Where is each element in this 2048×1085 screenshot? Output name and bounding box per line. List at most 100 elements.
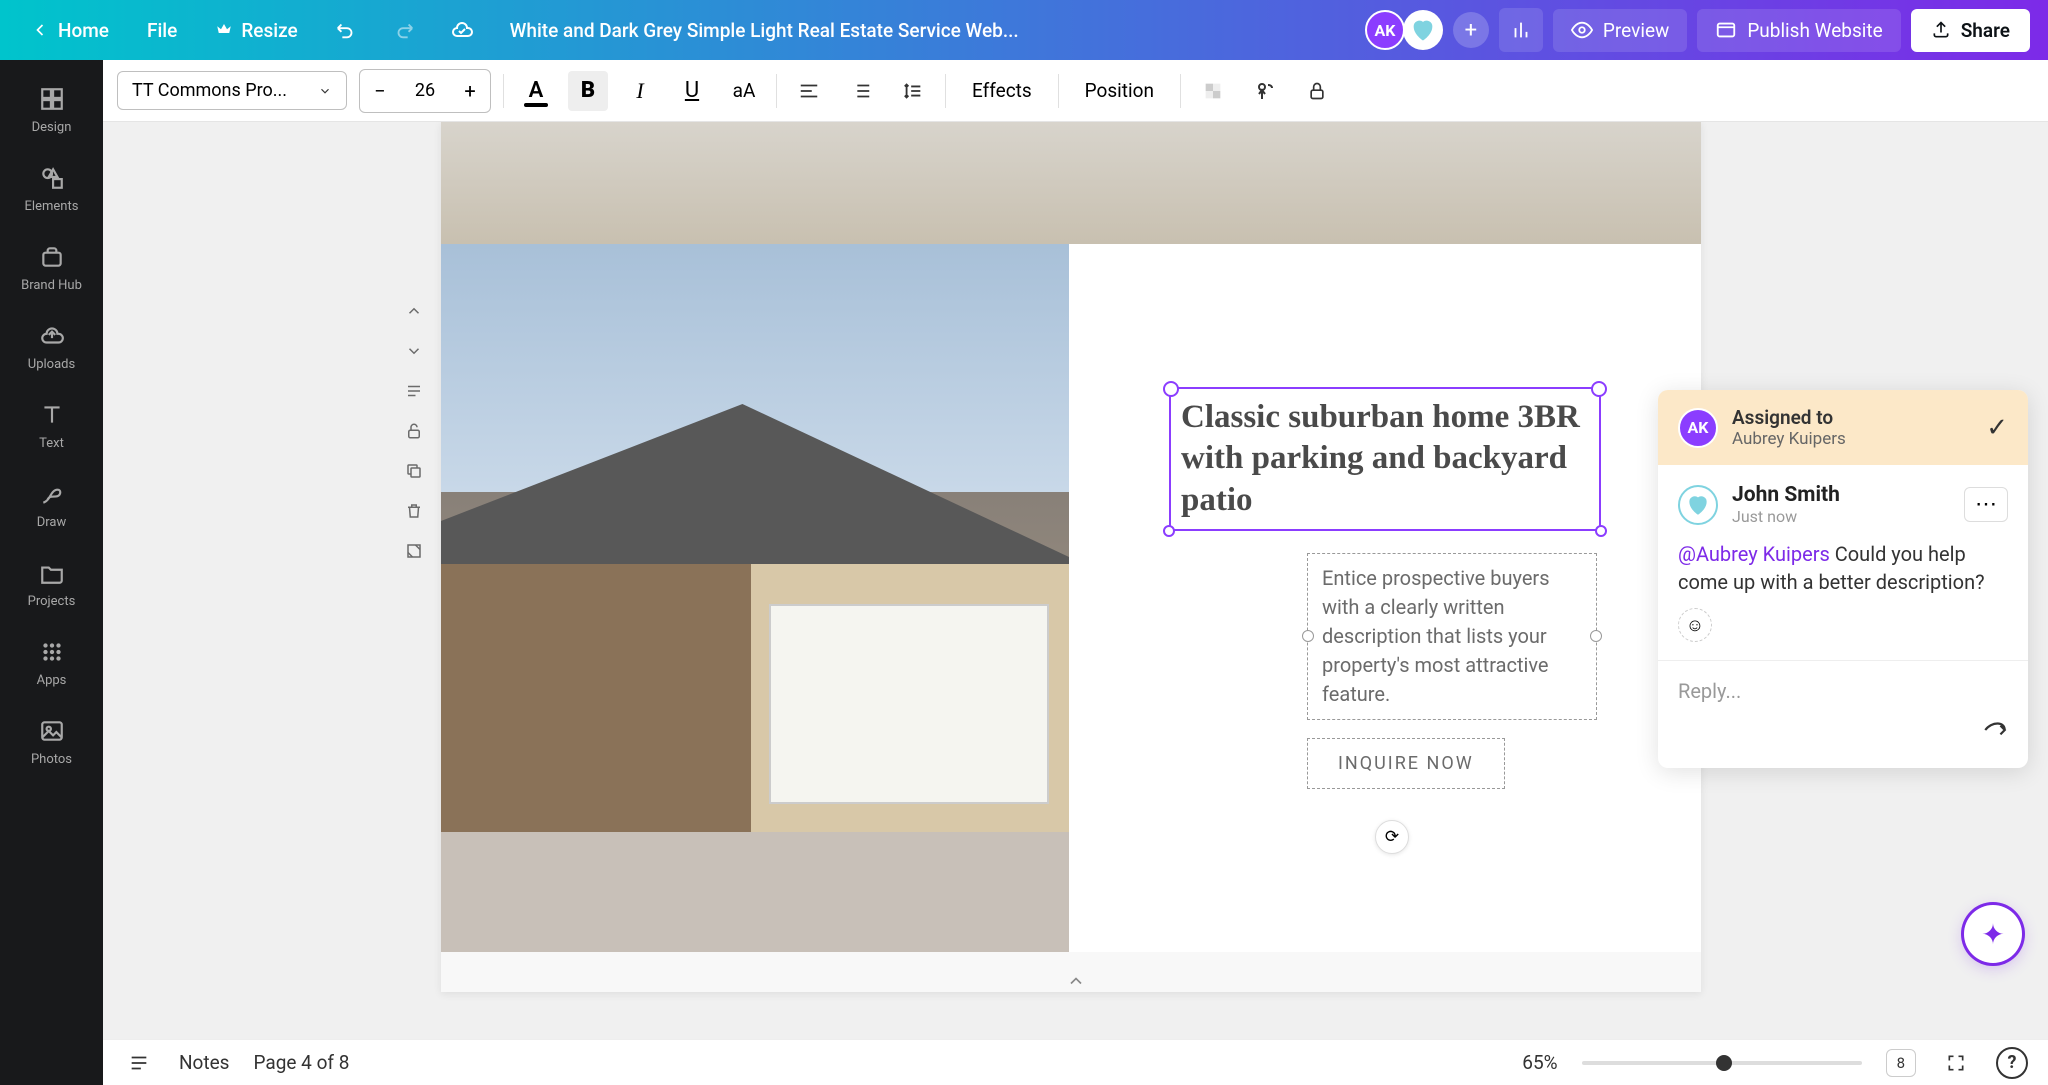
transparency-button[interactable] (1193, 71, 1233, 111)
resize-handle[interactable] (1595, 525, 1607, 537)
zoom-slider[interactable] (1582, 1061, 1862, 1065)
divider (1058, 74, 1059, 108)
align-left-icon (798, 80, 820, 102)
file-menu[interactable]: File (135, 11, 189, 50)
undo-button[interactable] (324, 8, 368, 52)
reply-input[interactable]: Reply... (1678, 679, 2008, 703)
publish-button[interactable]: Publish Website (1697, 9, 1900, 52)
zoom-thumb[interactable] (1716, 1055, 1732, 1071)
publish-label: Publish Website (1747, 19, 1882, 42)
page-image-top (441, 122, 1701, 244)
page-expand-button[interactable] (400, 537, 428, 565)
sidebar-item-apps[interactable]: Apps (12, 627, 92, 698)
description-text[interactable]: Entice prospective buyers with a clearly… (1322, 564, 1582, 709)
assigned-bar: AK Assigned to Aubrey Kuipers ✓ (1658, 390, 2028, 465)
font-size-decrease[interactable]: − (360, 79, 400, 103)
chevron-down-icon (318, 84, 332, 98)
sidebar-label: Design (32, 120, 72, 135)
upload-icon (1931, 20, 1951, 40)
page-delete-button[interactable] (400, 497, 428, 525)
text-block: Classic suburban home 3BR with parking a… (1169, 387, 1601, 789)
heading-text-box[interactable]: Classic suburban home 3BR with parking a… (1169, 387, 1601, 531)
avatar-user[interactable]: AK (1365, 10, 1405, 50)
sidebar-item-draw[interactable]: Draw (12, 469, 92, 540)
page-down-button[interactable] (400, 337, 428, 365)
analytics-button[interactable] (1499, 8, 1543, 52)
notes-icon-button[interactable] (123, 1047, 155, 1079)
avatar-collaborator[interactable] (1403, 10, 1443, 50)
spacing-button[interactable] (893, 71, 933, 111)
sidebar-item-brand-hub[interactable]: Brand Hub (12, 232, 92, 303)
canvas-area[interactable]: Classic suburban home 3BR with parking a… (103, 122, 2048, 1039)
font-size-input[interactable] (400, 80, 450, 101)
page-up-button[interactable] (400, 297, 428, 325)
comment-menu-button[interactable]: ⋯ (1964, 487, 2008, 522)
list-icon (850, 80, 872, 102)
sidebar-item-projects[interactable]: Projects (12, 548, 92, 619)
list-button[interactable] (841, 71, 881, 111)
italic-button[interactable]: I (620, 71, 660, 111)
underline-button[interactable]: U (672, 71, 712, 111)
page-comment-button[interactable] (400, 377, 428, 405)
page-indicator[interactable]: Page 4 of 8 (254, 1051, 350, 1074)
add-reaction-button[interactable]: ☺ (1678, 608, 1712, 642)
align-button[interactable] (789, 71, 829, 111)
zoom-value[interactable]: 65% (1522, 1051, 1557, 1074)
position-button[interactable]: Position (1071, 71, 1168, 110)
share-button[interactable]: Share (1911, 9, 2030, 52)
assignee-avatar[interactable]: AK (1678, 408, 1718, 448)
magic-assistant-button[interactable]: ✦ (1964, 905, 2022, 963)
fullscreen-button[interactable] (1940, 1047, 1972, 1079)
crown-icon (215, 21, 233, 39)
sidebar-item-elements[interactable]: Elements (12, 153, 92, 224)
uploads-icon (37, 321, 67, 351)
help-button[interactable]: ? (1996, 1047, 2028, 1079)
page-expand-arrow[interactable] (1056, 969, 1096, 993)
resize-button[interactable]: Resize (203, 11, 309, 50)
send-reply-button[interactable] (1982, 717, 2008, 750)
house-image[interactable] (441, 244, 1069, 952)
left-sidebar: Design Elements Brand Hub Uploads Text D… (0, 60, 103, 1085)
resize-handle[interactable] (1163, 525, 1175, 537)
page-duplicate-button[interactable] (400, 457, 428, 485)
font-name: TT Commons Pro... (132, 80, 287, 101)
mention[interactable]: @Aubrey Kuipers (1678, 542, 1830, 566)
preview-button[interactable]: Preview (1553, 9, 1687, 52)
bold-button[interactable]: B (568, 71, 608, 111)
home-button[interactable]: Home (18, 11, 121, 50)
heading-text[interactable]: Classic suburban home 3BR with parking a… (1181, 397, 1589, 521)
page-lock-button[interactable] (400, 417, 428, 445)
sync-indicator[interactable]: ⟳ (1375, 820, 1409, 854)
inquire-button[interactable]: INQUIRE NOW (1307, 738, 1505, 789)
cloud-sync-button[interactable] (440, 8, 484, 52)
text-toolbar: TT Commons Pro... − + A B I U aA Effects… (103, 60, 2048, 122)
add-collaborator-button[interactable]: + (1453, 12, 1489, 48)
sidebar-item-photos[interactable]: Photos (12, 706, 92, 777)
font-size-increase[interactable]: + (450, 79, 490, 103)
font-family-select[interactable]: TT Commons Pro... (117, 71, 347, 110)
globe-icon (1715, 19, 1737, 41)
document-title[interactable]: White and Dark Grey Simple Light Real Es… (510, 19, 1339, 42)
chart-icon (1510, 19, 1532, 41)
comment-time: Just now (1732, 507, 1840, 526)
description-text-box[interactable]: Entice prospective buyers with a clearly… (1307, 553, 1597, 720)
redo-icon (393, 19, 415, 41)
sidebar-label: Uploads (28, 357, 75, 372)
font-size-control: − + (359, 69, 491, 113)
text-case-button[interactable]: aA (724, 71, 764, 111)
page-count-badge[interactable]: 8 (1886, 1049, 1916, 1077)
sidebar-item-design[interactable]: Design (12, 74, 92, 145)
resize-label: Resize (241, 19, 297, 42)
font-color-button[interactable]: A (516, 71, 556, 111)
heart-logo-icon (1409, 16, 1437, 44)
effects-button[interactable]: Effects (958, 71, 1046, 110)
lock-button[interactable] (1297, 71, 1337, 111)
sidebar-item-uploads[interactable]: Uploads (12, 311, 92, 382)
notes-button[interactable]: Notes (179, 1051, 230, 1074)
commenter-avatar[interactable] (1678, 485, 1718, 525)
sidebar-item-text[interactable]: Text (12, 390, 92, 461)
redo-button[interactable] (382, 8, 426, 52)
reply-area: Reply... (1658, 661, 2028, 768)
animate-button[interactable] (1245, 71, 1285, 111)
resolve-button[interactable]: ✓ (1986, 413, 2008, 443)
